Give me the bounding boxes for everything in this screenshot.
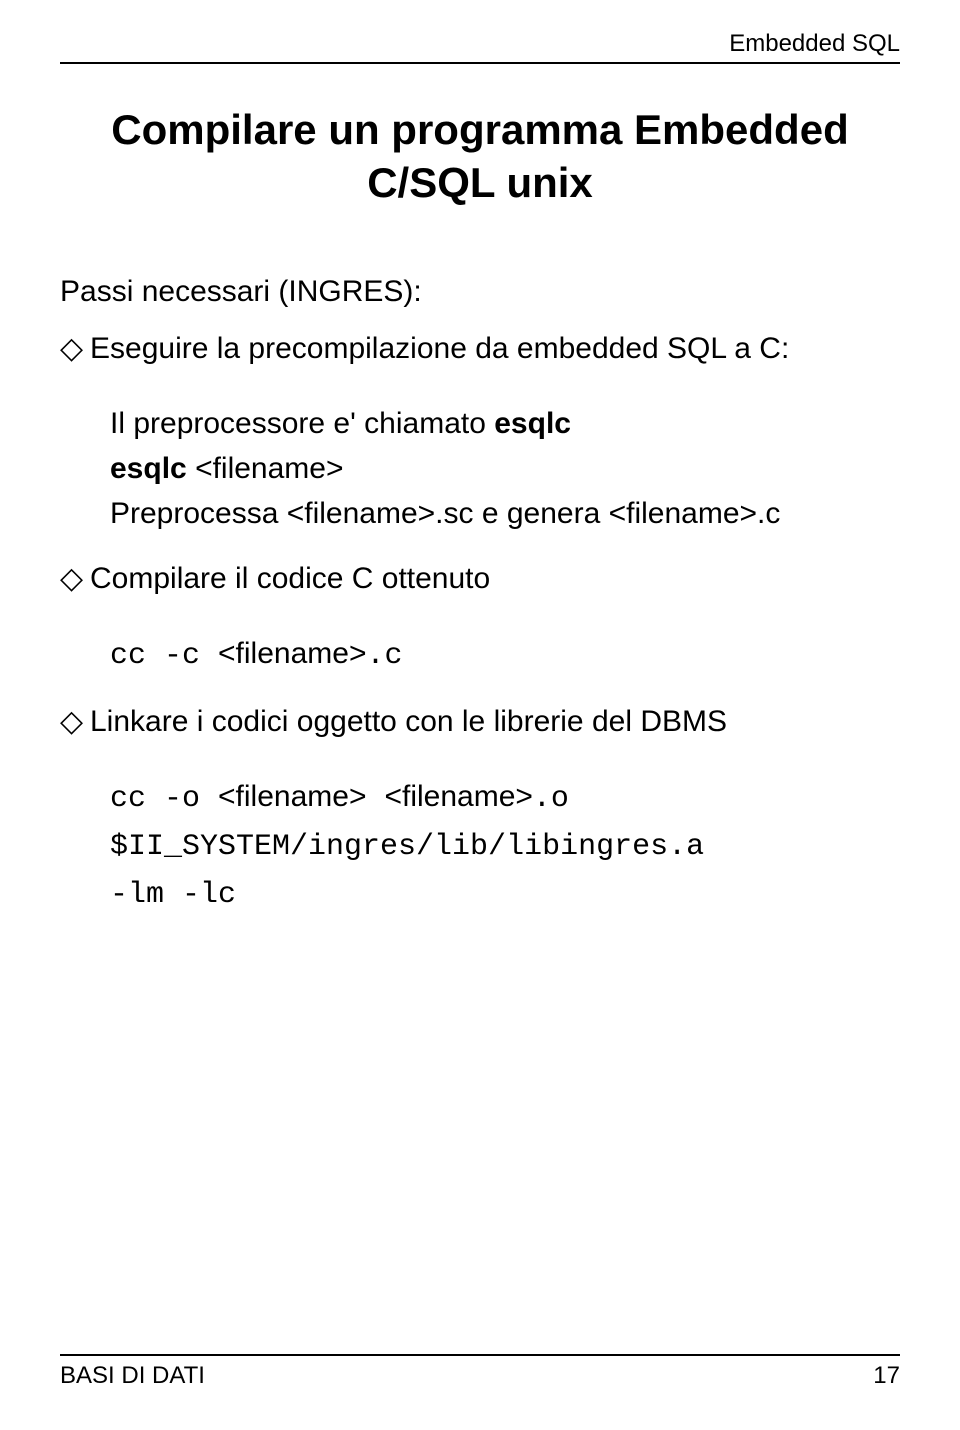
compile-code-line: cc -c <filename>.c: [110, 631, 900, 679]
text-span: <filename>: [384, 780, 532, 813]
body: Passi necessari (INGRES): ◇ Eseguire la …: [60, 269, 900, 918]
diamond-icon: ◇: [60, 699, 90, 744]
preprocess-line3: Preprocessa <filename>.sc e genera <file…: [110, 491, 900, 536]
link-code-line3: -lm -lc: [110, 870, 900, 918]
preprocess-line1: Il preprocessore e' chiamato esqlc: [110, 401, 900, 446]
diamond-icon: ◇: [60, 326, 90, 371]
footer-left: BASI DI DATI: [60, 1362, 205, 1390]
list-item: ◇ Compilare il codice C ottenuto: [60, 556, 900, 601]
text-span: <filename>: [195, 452, 343, 485]
block-link: cc -o <filename> <filename>.o $II_SYSTEM…: [110, 774, 900, 918]
page-title: Compilare un programma Embedded C/SQL un…: [60, 104, 900, 209]
diamond-icon: ◇: [60, 556, 90, 601]
title-line1: Compilare un programma Embedded: [111, 106, 848, 153]
text-span: Il preprocessore e' chiamato: [110, 407, 494, 440]
list-item-text: Eseguire la precompilazione da embedded …: [90, 326, 900, 371]
footer-row: BASI DI DATI 17: [60, 1362, 900, 1390]
list-item: ◇ Eseguire la precompilazione da embedde…: [60, 326, 900, 371]
code-span: [366, 782, 384, 816]
list-item-text: Linkare i codici oggetto con le librerie…: [90, 699, 900, 744]
link-code-line2: $II_SYSTEM/ingres/lib/libingres.a: [110, 822, 900, 870]
title-line2: C/SQL unix: [367, 159, 593, 206]
code-span: $II_SYSTEM/ingres/lib/libingres.a: [110, 830, 704, 864]
bold-span: esqlc: [110, 452, 195, 485]
footer: BASI DI DATI 17: [60, 1354, 900, 1390]
text-span: <filename>: [218, 780, 366, 813]
code-span: cc -c: [110, 639, 218, 673]
block-preprocess: Il preprocessore e' chiamato esqlc esqlc…: [110, 401, 900, 536]
header-rule: [60, 62, 900, 64]
block-compile: cc -c <filename>.c: [110, 631, 900, 679]
list-item: ◇ Linkare i codici oggetto con le librer…: [60, 699, 900, 744]
text-span: <filename>: [218, 637, 366, 670]
bold-span: esqlc: [494, 407, 571, 440]
section-intro: Passi necessari (INGRES):: [60, 269, 900, 314]
preprocess-line2: esqlc <filename>: [110, 446, 900, 491]
code-span: -lm -lc: [110, 878, 236, 912]
code-span: cc -o: [110, 782, 218, 816]
footer-page-number: 17: [873, 1362, 900, 1390]
header-right: Embedded SQL: [60, 30, 900, 58]
link-code-line1: cc -o <filename> <filename>.o: [110, 774, 900, 822]
code-span: .c: [366, 639, 402, 673]
footer-rule: [60, 1354, 900, 1356]
list-item-text: Compilare il codice C ottenuto: [90, 556, 900, 601]
page: Embedded SQL Compilare un programma Embe…: [0, 0, 960, 1430]
code-span: .o: [533, 782, 569, 816]
